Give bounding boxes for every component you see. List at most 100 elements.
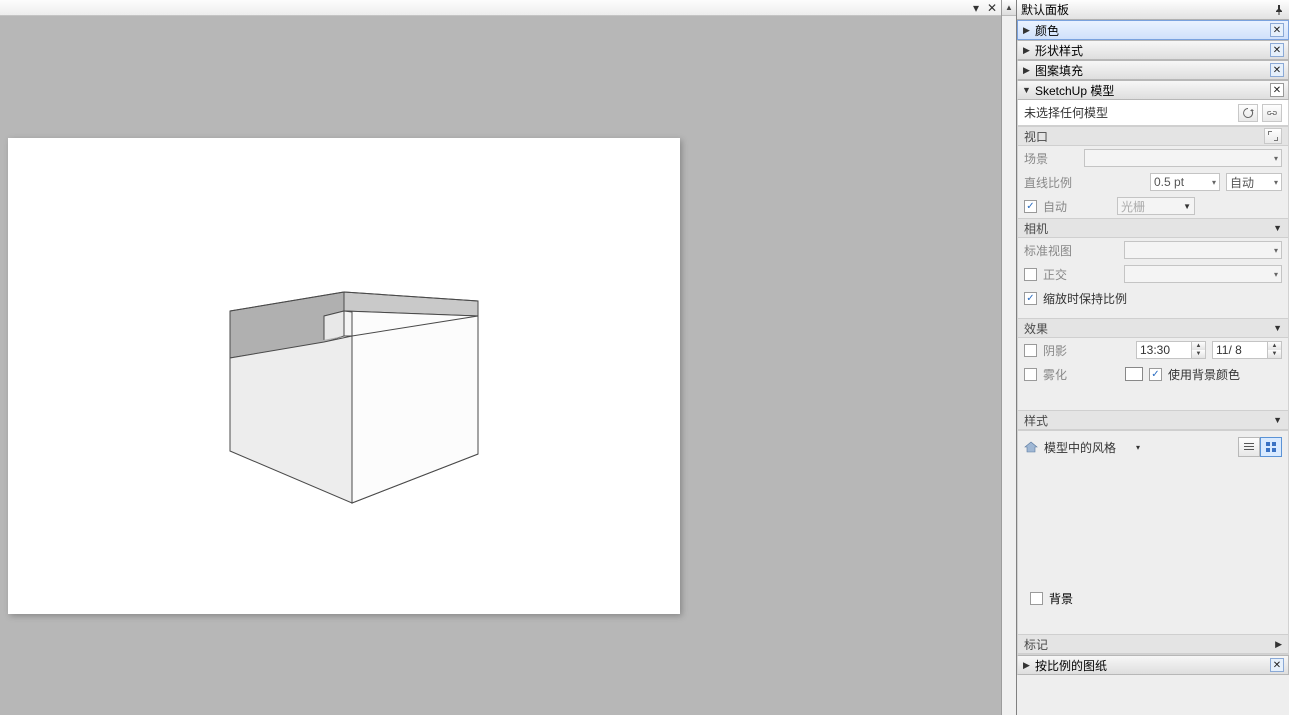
line-scale-label: 直线比例 [1024,174,1078,191]
home-icon [1024,440,1038,454]
auto-raster-row: 自动 光栅▼ [1018,194,1288,218]
scene-dropdown[interactable]: ▾ [1084,149,1282,167]
fog-row: 雾化 使用背景颜色 [1018,362,1288,386]
grid-view-button[interactable] [1260,437,1282,457]
pin-icon[interactable] [1273,4,1285,16]
collapse-triangle-icon: ▼ [1273,323,1282,333]
spin-down-icon[interactable]: ▼ [1268,350,1281,358]
section-pattern-fill[interactable]: ▶ 图案填充 ✕ [1017,60,1289,80]
spin-down-icon[interactable]: ▼ [1192,350,1205,358]
effects-header[interactable]: 效果 ▼ [1018,318,1288,338]
panel-title-bar[interactable]: 默认面板 [1017,0,1289,20]
expand-triangle-icon: ▶ [1275,639,1282,650]
model-style-label: 模型中的风格 [1044,439,1130,456]
scene-label: 场景 [1024,150,1078,167]
panel-scrollbar[interactable]: ▲ [1001,0,1016,715]
spin-up-icon[interactable]: ▲ [1192,342,1205,350]
preserve-scale-checkbox[interactable] [1024,292,1037,305]
titlebar-dropdown-icon[interactable]: ▾ [969,2,983,14]
effects-header-label: 效果 [1024,320,1048,337]
collapse-triangle-icon: ▼ [1273,415,1282,425]
section-close-icon[interactable]: ✕ [1270,63,1284,77]
background-row: 背景 [1024,587,1282,609]
document-titlebar: ▾ ✕ [0,0,1001,16]
section-sketchup-model[interactable]: ▼ SketchUp 模型 ✕ [1017,80,1289,100]
section-close-icon[interactable]: ✕ [1270,43,1284,57]
ortho-row: 正交 ▾ [1018,262,1288,286]
fog-color-swatch[interactable] [1125,367,1143,381]
line-scale-dropdown[interactable]: 0.5 pt▾ [1150,173,1220,191]
drawing-canvas[interactable] [8,138,680,614]
titlebar-close-icon[interactable]: ✕ [985,2,999,14]
list-view-button[interactable] [1238,437,1260,457]
shadow-date-value: 11/ 8 [1213,343,1267,357]
scene-row: 场景 ▾ [1018,146,1288,170]
collapse-arrow-icon: ▼ [1022,85,1031,95]
tag-header[interactable]: 标记 ▶ [1018,634,1288,654]
chevron-down-icon: ▾ [1274,270,1278,279]
refresh-model-button[interactable] [1238,104,1258,122]
camera-header-label: 相机 [1024,220,1048,237]
shadow-row: 阴影 13:30 ▲▼ 11/ 8 ▲▼ [1018,338,1288,362]
chevron-down-icon: ▾ [1274,246,1278,255]
viewport-expand-button[interactable] [1264,128,1282,144]
model-selection-row: 未选择任何模型 [1018,100,1288,126]
auto-value: 自动 [1230,174,1254,191]
viewport-header[interactable]: 视口 [1018,126,1288,146]
fog-checkbox[interactable] [1024,368,1037,381]
style-selector-row: 模型中的风格 ▾ [1024,437,1282,457]
shadow-checkbox[interactable] [1024,344,1037,357]
chevron-down-icon: ▼ [1183,202,1191,211]
section-close-icon[interactable]: ✕ [1270,658,1284,672]
sketchup-model-body: 未选择任何模型 视口 场景 ▾ 直线比例 [1017,100,1289,655]
chevron-down-icon[interactable]: ▾ [1136,443,1140,452]
ortho-label: 正交 [1043,266,1097,283]
shadow-label: 阴影 [1043,342,1097,359]
section-shape-label: 形状样式 [1035,42,1266,59]
raster-value: 光栅 [1121,198,1145,215]
style-header-label: 样式 [1024,412,1048,429]
refresh-icon [1242,107,1254,119]
section-close-icon[interactable]: ✕ [1270,23,1284,37]
viewport-header-label: 视口 [1024,128,1048,145]
background-label: 背景 [1049,590,1073,607]
expand-arrow-icon: ▶ [1022,45,1031,56]
section-shape-style[interactable]: ▶ 形状样式 ✕ [1017,40,1289,60]
fog-label: 雾化 [1043,366,1097,383]
section-color[interactable]: ▶ 颜色 ✕ [1017,20,1289,40]
auto-checkbox[interactable] [1024,200,1037,213]
scroll-track[interactable] [1002,16,1016,715]
shadow-time-spinner[interactable]: 13:30 ▲▼ [1136,341,1206,359]
auto-dropdown[interactable]: 自动 ▾ [1226,173,1282,191]
line-scale-row: 直线比例 0.5 pt▾ 自动 ▾ [1018,170,1288,194]
expand-arrow-icon: ▶ [1022,65,1031,76]
expand-arrow-icon: ▶ [1022,25,1031,36]
render-mode-dropdown[interactable]: 光栅 ▼ [1117,197,1195,215]
ortho-dropdown[interactable]: ▾ [1124,265,1282,283]
section-close-icon[interactable]: ✕ [1270,83,1284,97]
use-bg-color-checkbox[interactable] [1149,368,1162,381]
std-view-dropdown[interactable]: ▾ [1124,241,1282,259]
section-color-label: 颜色 [1035,22,1266,39]
style-view-toggle [1238,437,1282,457]
scroll-up-icon[interactable]: ▲ [1002,0,1016,16]
link-model-button[interactable] [1262,104,1282,122]
preserve-scale-row: 缩放时保持比例 [1018,286,1288,310]
std-view-label: 标准视图 [1024,242,1078,259]
section-scaled-drawing[interactable]: ▶ 按比例的图纸 ✕ [1017,655,1289,675]
spin-up-icon[interactable]: ▲ [1268,342,1281,350]
style-header[interactable]: 样式 ▼ [1018,410,1288,430]
chevron-down-icon: ▾ [1274,178,1278,187]
link-icon [1266,107,1278,119]
background-checkbox[interactable] [1030,592,1043,605]
panel-title: 默认面板 [1021,1,1273,18]
camera-header[interactable]: 相机 ▼ [1018,218,1288,238]
tag-header-label: 标记 [1024,636,1048,653]
shadow-time-value: 13:30 [1137,343,1191,357]
shadow-date-spinner[interactable]: 11/ 8 ▲▼ [1212,341,1282,359]
grid-icon [1265,441,1277,453]
expand-arrow-icon: ▶ [1022,660,1031,671]
use-bg-color-label: 使用背景颜色 [1168,366,1240,383]
chevron-down-icon: ▾ [1212,178,1216,187]
ortho-checkbox[interactable] [1024,268,1037,281]
